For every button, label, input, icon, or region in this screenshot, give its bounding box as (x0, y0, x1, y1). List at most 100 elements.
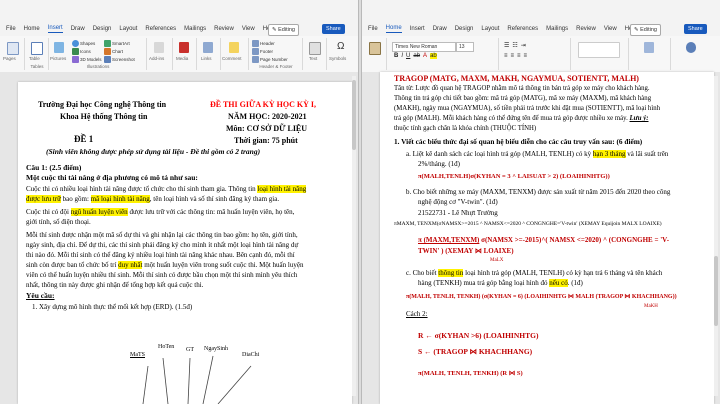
font-group: Times New Roman 13 B I U ab A ab (388, 38, 499, 70)
erd-attr-hoten: HoTen (158, 344, 175, 350)
tab-view[interactable]: View (242, 26, 255, 32)
numbering-icon[interactable]: ☷ (512, 42, 517, 49)
align-left-icon[interactable]: ≡ (504, 53, 508, 59)
erd-link-hoten (162, 357, 169, 404)
description-line-4: trả góp (MALH). Mỗi khách hàng có thể đứ… (394, 115, 649, 123)
ribbon-tabs-right: File Home Insert Draw Design Layout Refe… (362, 22, 720, 36)
pages-icon (7, 42, 19, 55)
qc-text: c. Cho biết (406, 269, 439, 277)
bullets-icon[interactable]: ☰ (504, 42, 509, 49)
textbox-icon (309, 42, 321, 55)
tab-insert[interactable]: Insert (410, 26, 425, 32)
3d-models-button[interactable]: 3D Models (72, 56, 102, 63)
tab-draw[interactable]: Draw (71, 26, 85, 32)
join-attr-malx: MaLX (490, 258, 504, 263)
indent-icon[interactable]: ⇥ (521, 42, 526, 49)
comments-group: Comment (222, 38, 249, 70)
symbols-button[interactable]: Symbols (329, 56, 346, 61)
font-size-box[interactable]: 13 (456, 42, 474, 52)
document-page[interactable]: Trường Đại học Công nghệ Thông tin Khoa … (18, 82, 352, 404)
pictures-icon (54, 42, 64, 53)
query-a-formula: π(MALH,TENLH)σ(KYHAN = 3 ^ LAISUAT > 2) … (418, 173, 610, 180)
tab-view[interactable]: View (604, 26, 617, 32)
highlight-color-icon[interactable]: ab (430, 53, 437, 59)
query-b-formula-1: πMAXM, TENXM(σNAMSX>=2015 ^ NAMSX<=2020 … (394, 221, 662, 227)
justify-icon[interactable]: ≡ (524, 53, 528, 59)
align-center-icon[interactable]: ≡ (511, 53, 515, 59)
erd-attr-ngaysinh: NgaySinh (204, 346, 228, 352)
query-b-formula-2: π (MAXM,TENXM) σ(NAMSX >=-2015)^( NAMSX … (418, 236, 669, 244)
footer-button[interactable]: Footer (252, 48, 273, 55)
addins-button[interactable]: Add-ins (149, 56, 164, 61)
tab-home[interactable]: Home (385, 25, 402, 33)
qc-highlight-2: nếu có (549, 279, 568, 287)
description-line-1: Tân từ: Lược đồ quan hệ TRAGOP nhằm mô t… (394, 85, 650, 92)
links-group: Links (198, 38, 221, 70)
editing-mode-button[interactable]: ✎ Editing (268, 24, 299, 36)
tab-mailings[interactable]: Mailings (546, 26, 568, 32)
italic-icon[interactable]: I (401, 53, 403, 59)
vertical-scrollbar[interactable] (352, 76, 356, 396)
tab-review[interactable]: Review (214, 26, 234, 32)
smartart-button[interactable]: SmartArt (104, 40, 130, 47)
tab-layout[interactable]: Layout (481, 26, 499, 32)
strikethrough-icon[interactable]: ab (413, 53, 420, 59)
page-number-button[interactable]: Page Number (252, 56, 288, 63)
footer-icon (252, 48, 259, 55)
left-word-window: File Home Insert Draw Design Layout Refe… (0, 0, 358, 404)
tab-design[interactable]: Design (93, 26, 112, 32)
document-page-right[interactable]: TRAGOP (MATG, MAXM, MAKH, NGAYMUA, SOTIE… (380, 72, 714, 404)
query-a-line-1: a. Liệt kê danh sách các loại hình trả g… (406, 150, 668, 158)
text-button[interactable]: Text (309, 56, 317, 61)
pictures-button[interactable]: Pictures (50, 56, 66, 61)
styles-gallery-icon[interactable] (578, 42, 620, 58)
comment-button[interactable]: Comment (222, 56, 242, 61)
underline-icon[interactable]: U (406, 53, 410, 59)
header-button[interactable]: Header (252, 40, 275, 47)
voice-group (672, 38, 712, 70)
pages-button[interactable]: Pages (3, 56, 16, 61)
p1-highlight-3: mã loại hình tài năng (90, 195, 150, 203)
editing-label: Editing (278, 27, 295, 33)
illustrations-group-label: Illustrations (86, 64, 110, 69)
icons-button[interactable]: Icons (72, 48, 91, 55)
share-button-right[interactable]: Share (684, 24, 707, 34)
shapes-button[interactable]: Shapes (72, 40, 95, 47)
scrollbar-thumb-right[interactable] (714, 256, 718, 326)
styles-group (572, 38, 629, 70)
chart-button[interactable]: Chart (104, 48, 123, 55)
table-button[interactable]: Table (29, 56, 40, 61)
header-icon (252, 40, 259, 47)
tab-draw[interactable]: Draw (433, 26, 447, 32)
tab-review[interactable]: Review (576, 26, 596, 32)
paragraph-3-line-6: nhất, thông tin này được ghi nhận để tổn… (26, 281, 204, 289)
tab-file[interactable]: File (368, 26, 378, 32)
tab-home[interactable]: Home (24, 26, 40, 32)
align-right-icon[interactable]: ≡ (517, 53, 521, 59)
bold-icon[interactable]: B (394, 53, 398, 59)
tab-layout[interactable]: Layout (119, 26, 137, 32)
header-label: Header (260, 41, 275, 46)
share-button[interactable]: Share (322, 24, 345, 34)
vertical-scrollbar-right[interactable] (714, 76, 718, 396)
tab-insert[interactable]: Insert (47, 25, 63, 33)
find-icon[interactable] (644, 42, 654, 53)
links-button[interactable]: Links (201, 56, 212, 61)
tab-mailings[interactable]: Mailings (184, 26, 206, 32)
editing-mode-button-right[interactable]: ✎ Editing (630, 24, 661, 36)
tab-design[interactable]: Design (455, 26, 474, 32)
media-button[interactable]: Media (176, 56, 188, 61)
tab-references[interactable]: References (145, 26, 176, 32)
paste-icon[interactable] (369, 42, 381, 55)
right-word-window: File Home Insert Draw Design Layout Refe… (362, 0, 720, 404)
desc-text: trả góp (MALH). Mỗi khách hàng có thể đứ… (394, 115, 630, 122)
dictate-icon[interactable] (686, 42, 696, 53)
tab-references[interactable]: References (507, 26, 538, 32)
font-color-icon[interactable]: A (423, 53, 427, 59)
ribbon-tabs: File Home Insert Draw Design Layout Refe… (0, 22, 358, 36)
scrollbar-thumb[interactable] (352, 80, 356, 150)
screenshot-button[interactable]: Screenshot (104, 56, 135, 63)
tab-file[interactable]: File (6, 26, 16, 32)
font-name-box[interactable]: Times New Roman (392, 42, 456, 52)
tragop-schema: TRAGOP (MATG, MAXM, MAKH, NGAYMUA, SOTIE… (394, 74, 639, 83)
